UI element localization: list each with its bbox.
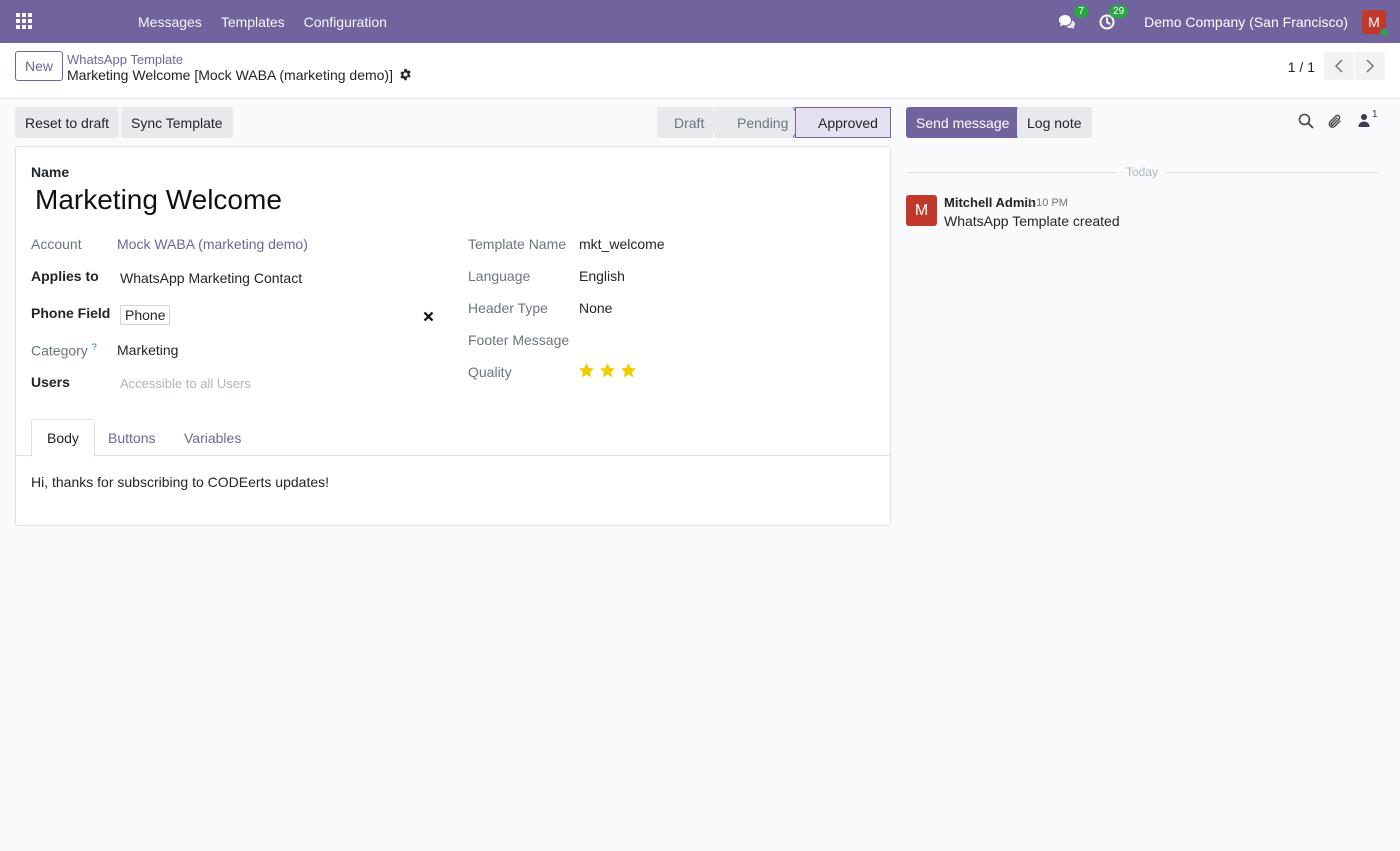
- message-author[interactable]: Mitchell Admin: [944, 195, 1036, 210]
- followers-user-icon[interactable]: 1: [1358, 109, 1378, 127]
- category-label-text: Category: [31, 342, 88, 359]
- apps-menu-icon[interactable]: [16, 13, 34, 31]
- send-message-button[interactable]: Send message: [906, 107, 1020, 138]
- quality-rating: [578, 362, 637, 379]
- record-title: Marketing Welcome [Mock WABA (marketing …: [67, 67, 393, 83]
- user-avatar[interactable]: M: [1362, 9, 1389, 37]
- log-note-button[interactable]: Log note: [1017, 107, 1092, 138]
- header-type-field[interactable]: None: [579, 300, 612, 316]
- messaging-icon[interactable]: 7: [1056, 4, 1089, 33]
- activities-clock-icon[interactable]: 29: [1096, 4, 1129, 33]
- chevron-left-icon: [1334, 59, 1343, 73]
- tab-buttons[interactable]: Buttons: [93, 419, 170, 456]
- body-text-field[interactable]: Hi, thanks for subscribing to CODEerts u…: [31, 474, 329, 490]
- account-field[interactable]: Mock WABA (marketing demo): [117, 236, 308, 252]
- category-field[interactable]: Marketing: [117, 342, 178, 358]
- stage-draft-label: Draft: [674, 114, 705, 131]
- sync-template-button[interactable]: Sync Template: [121, 107, 233, 138]
- menu-messages[interactable]: Messages: [130, 14, 210, 30]
- stage-pending-label: Pending: [737, 114, 789, 131]
- pager-next-button[interactable]: [1355, 52, 1385, 80]
- breadcrumb-current: Marketing Welcome [Mock WABA (marketing …: [67, 67, 413, 83]
- reset-to-draft-button[interactable]: Reset to draft: [15, 107, 120, 138]
- clear-close-icon[interactable]: [423, 309, 434, 325]
- chevron-right-icon: [1366, 59, 1375, 73]
- stage-approved[interactable]: Approved: [795, 107, 891, 138]
- language-field[interactable]: English: [579, 268, 625, 284]
- notebook-tabs: Body Buttons Variables: [16, 419, 890, 457]
- chatter-today-label: Today: [1118, 165, 1167, 179]
- template-name-label: Template Name: [468, 236, 567, 252]
- header-type-label: Header Type: [468, 300, 548, 316]
- systray: 7 29 Demo Company (San Francisco) M: [1056, 0, 1400, 43]
- gear-icon[interactable]: [399, 68, 413, 82]
- pager-value[interactable]: 1 / 1: [1288, 59, 1315, 75]
- stage-draft[interactable]: Draft: [657, 107, 715, 138]
- stage-pending[interactable]: Pending: [715, 107, 795, 138]
- language-label: Language: [468, 268, 531, 284]
- messages-badge: 7: [1074, 4, 1089, 18]
- phone-field-tag[interactable]: Phone: [120, 305, 171, 325]
- top-navbar: Messages Templates Configuration 7 29 De…: [0, 0, 1400, 43]
- message-time: 1:10 PM: [1027, 197, 1068, 209]
- applies-to-label: Applies to: [31, 268, 99, 284]
- users-label: Users: [31, 374, 70, 390]
- attachment-paperclip-icon[interactable]: [1327, 113, 1343, 130]
- quality-label: Quality: [468, 364, 512, 380]
- phone-field-label: Phone Field: [31, 305, 111, 321]
- form-sheet: Name Marketing Welcome Account Mock WABA…: [15, 146, 891, 526]
- online-status-icon: [1380, 27, 1389, 37]
- star-icon: [579, 363, 594, 378]
- new-button[interactable]: New: [15, 51, 64, 81]
- tab-variables[interactable]: Variables: [169, 419, 256, 456]
- template-name-field[interactable]: mkt_welcome: [579, 236, 665, 252]
- chatter-search-icon[interactable]: [1298, 113, 1314, 129]
- message-body: WhatsApp Template created: [944, 213, 1120, 229]
- help-tooltip-icon[interactable]: ?: [92, 342, 97, 352]
- activities-badge: 29: [1109, 4, 1129, 18]
- menu-configuration[interactable]: Configuration: [296, 14, 395, 30]
- tab-body[interactable]: Body: [31, 419, 95, 457]
- status-bar: Draft Pending Approved: [657, 107, 891, 138]
- name-label: Name: [31, 164, 70, 180]
- pager-previous-button[interactable]: [1324, 52, 1354, 80]
- account-label: Account: [31, 236, 82, 252]
- category-label: Category ?: [31, 342, 97, 359]
- name-field[interactable]: Marketing Welcome: [35, 184, 282, 216]
- main-menu: Messages Templates Configuration: [130, 0, 395, 43]
- user-avatar-letter: M: [1368, 13, 1380, 30]
- star-icon: [621, 363, 636, 378]
- star-icon: [600, 363, 615, 378]
- breadcrumb-parent-link[interactable]: WhatsApp Template: [67, 52, 183, 67]
- message-author-avatar[interactable]: M: [906, 195, 937, 226]
- applies-to-field[interactable]: WhatsApp Marketing Contact: [120, 270, 302, 286]
- followers-count: 1: [1372, 108, 1378, 120]
- stage-approved-label: Approved: [818, 114, 878, 131]
- control-panel: New WhatsApp Template Marketing Welcome …: [0, 43, 1400, 99]
- company-switcher[interactable]: Demo Company (San Francisco): [1144, 14, 1348, 30]
- footer-message-label: Footer Message: [468, 332, 570, 348]
- menu-templates[interactable]: Templates: [213, 14, 293, 30]
- users-input[interactable]: Accessible to all Users: [120, 376, 251, 391]
